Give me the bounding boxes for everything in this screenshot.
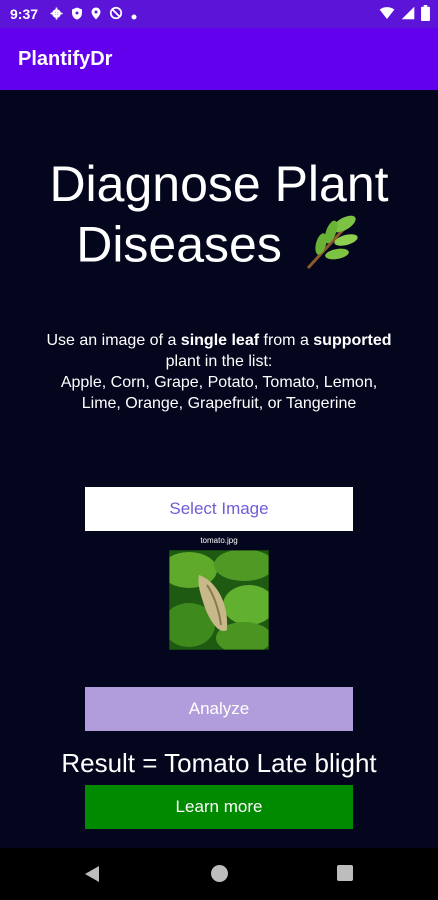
select-image-button[interactable]: Select Image <box>85 487 353 531</box>
title-line-2: Diseases <box>0 214 438 283</box>
instructions-line-4: Lime, Orange, Grapefruit, or Tangerine <box>81 395 357 412</box>
analyze-button[interactable]: Analyze <box>85 687 353 731</box>
instructions-mid: from a <box>259 332 314 349</box>
settings-icon <box>50 7 63 25</box>
instructions-line-3: Apple, Corn, Grape, Potato, Tomato, Lemo… <box>60 374 378 391</box>
title-line-1: Diagnose Plant <box>49 156 389 212</box>
instructions-prefix: Use an image of a <box>46 332 181 349</box>
learn-more-label: Learn more <box>175 797 263 816</box>
data-saver-icon <box>109 6 123 25</box>
instructions-bold-supported: supported <box>313 332 392 349</box>
back-icon[interactable] <box>84 865 100 888</box>
select-image-label: Select Image <box>169 499 269 518</box>
wifi-icon <box>379 6 395 25</box>
status-time: 9:37 <box>10 6 39 22</box>
title-word-diseases: Diseases <box>76 216 282 273</box>
analyze-label: Analyze <box>188 699 250 718</box>
leaf-image-thumbnail <box>169 550 269 650</box>
instructions-line-2: plant in the list: <box>165 353 273 370</box>
app-title: PlantifyDr <box>18 48 113 70</box>
recent-apps-icon[interactable] <box>337 865 353 881</box>
instructions-text: Use an image of a single leaf from a sup… <box>20 330 418 414</box>
app-bar: PlantifyDr <box>0 28 438 90</box>
instructions-bold-single-leaf: single leaf <box>180 332 260 349</box>
signal-icon <box>401 6 415 25</box>
herb-leaf-icon <box>304 214 362 283</box>
status-icons-right <box>379 5 430 26</box>
home-icon[interactable] <box>211 865 228 882</box>
main-content: Diagnose Plant Diseases Use an image of … <box>0 90 438 848</box>
shield-icon <box>71 7 83 25</box>
page-title: Diagnose Plant Diseases <box>0 154 438 283</box>
location-icon <box>91 7 101 25</box>
dot-icon <box>131 7 137 25</box>
result-text: Result = Tomato Late blight <box>61 748 377 778</box>
status-bar: 9:37 <box>0 0 438 28</box>
learn-more-button[interactable]: Learn more <box>85 785 353 829</box>
instructions-line-1: Use an image of a single leaf from a sup… <box>20 330 418 351</box>
battery-icon <box>421 5 430 26</box>
status-icons-left <box>50 6 137 25</box>
navigation-bar <box>0 848 438 900</box>
file-name: tomato.jpg <box>200 536 238 545</box>
